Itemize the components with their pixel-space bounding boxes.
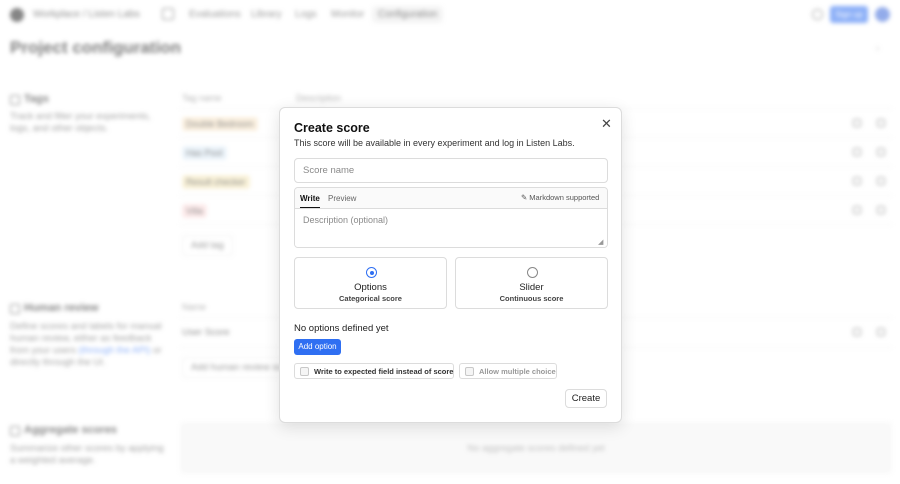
create-button[interactable]: Create: [565, 389, 607, 408]
editor-tabs: Write Preview ✎ Markdown supported: [295, 188, 607, 209]
expected-field-checkbox[interactable]: Write to expected field instead of score: [294, 363, 454, 379]
type-slider-subtitle: Continuous score: [499, 294, 564, 303]
radio-options[interactable]: [366, 267, 377, 278]
checkbox[interactable]: [465, 367, 474, 376]
pencil-icon: ✎: [521, 193, 528, 202]
multiple-choice-checkbox[interactable]: Allow multiple choice: [459, 363, 557, 379]
type-options-subtitle: Categorical score: [339, 294, 402, 303]
dialog-title: Create score: [294, 121, 370, 135]
type-slider-title: Slider: [519, 282, 544, 293]
no-options-text: No options defined yet: [294, 323, 389, 334]
score-name-input[interactable]: [294, 158, 608, 183]
checkbox[interactable]: [300, 367, 309, 376]
type-slider-card[interactable]: Slider Continuous score: [455, 257, 608, 309]
close-icon[interactable]: ✕: [601, 116, 612, 132]
markdown-note-text: Markdown supported: [529, 193, 600, 202]
resize-handle-icon[interactable]: ◢: [598, 238, 603, 246]
create-score-dialog: Create score ✕ This score will be availa…: [279, 107, 622, 423]
tab-write[interactable]: Write: [300, 194, 320, 208]
type-options-title: Options: [354, 282, 387, 293]
multiple-choice-label: Allow multiple choice: [479, 367, 556, 376]
expected-field-label: Write to expected field instead of score: [314, 367, 454, 376]
markdown-note: ✎ Markdown supported: [521, 193, 599, 202]
tab-preview[interactable]: Preview: [328, 194, 356, 203]
dialog-subtitle: This score will be available in every ex…: [294, 138, 575, 148]
radio-slider[interactable]: [527, 267, 538, 278]
description-editor: Write Preview ✎Markdown supported ◢: [294, 187, 608, 248]
type-options-card[interactable]: Options Categorical score: [294, 257, 447, 309]
add-option-button[interactable]: Add option: [294, 339, 341, 355]
description-input[interactable]: [295, 209, 607, 247]
